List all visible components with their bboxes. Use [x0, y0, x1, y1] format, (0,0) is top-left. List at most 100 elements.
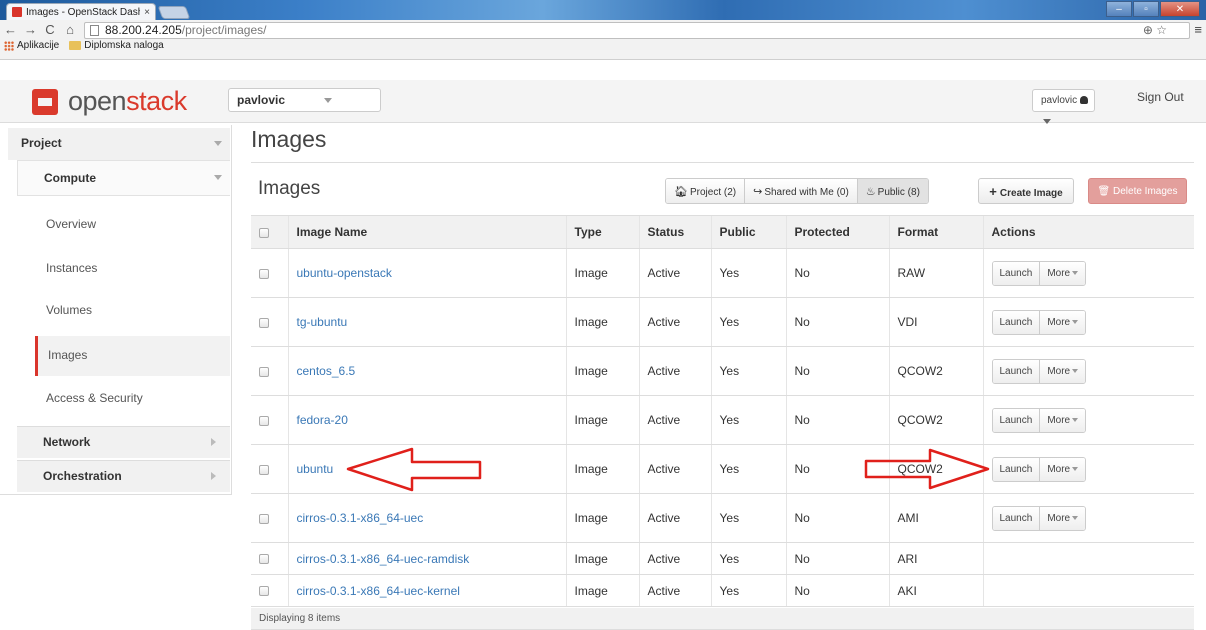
url-path: /project/images/ [181, 23, 267, 37]
sign-out-link[interactable]: Sign Out [1137, 90, 1184, 104]
more-button[interactable]: More [1039, 359, 1086, 383]
home-icon[interactable]: ⌂ [64, 22, 76, 37]
cell-name[interactable]: fedora-20 [287, 395, 566, 445]
browser-tab[interactable]: Images - OpenStack Dash × [6, 3, 156, 20]
sidebar-item-overview[interactable]: Overview [35, 205, 230, 245]
sidebar-item-volumes[interactable]: Volumes [35, 291, 230, 331]
cell-status: Active [638, 493, 711, 543]
col-header-type[interactable]: Type [565, 215, 639, 249]
sidebar-item-images[interactable]: Images [35, 336, 230, 376]
col-header-protected[interactable]: Protected [785, 215, 889, 249]
row-checkbox[interactable] [259, 268, 269, 279]
browser-menu-icon[interactable]: ≡ [1194, 22, 1202, 37]
launch-button[interactable]: Launch [992, 457, 1040, 481]
more-button[interactable]: More [1039, 261, 1086, 285]
row-checkbox[interactable] [259, 317, 269, 328]
more-button[interactable]: More [1039, 408, 1086, 432]
new-tab-button[interactable] [157, 6, 191, 19]
address-bar[interactable]: 88.200.24.205/project/images/ ⊕ ☆ [84, 22, 1190, 39]
cell-protected: No [785, 395, 889, 445]
chevron-down-icon [214, 141, 222, 146]
close-window-icon[interactable]: ✕ [1160, 1, 1200, 17]
page-icon [90, 25, 99, 36]
bookmark-apps[interactable]: Aplikacije [4, 40, 59, 51]
minimize-icon[interactable]: – [1106, 1, 1132, 17]
share-icon: ↪ [753, 185, 763, 198]
sidebar-compute-header[interactable]: Compute [17, 160, 230, 196]
cell-format: QCOW2 [888, 346, 983, 396]
tab-close-icon[interactable]: × [144, 7, 150, 18]
reload-icon[interactable]: C [44, 22, 56, 37]
sidebar-network-header[interactable]: Network [17, 426, 230, 458]
sidebar-item-access-security[interactable]: Access & Security [35, 379, 230, 419]
create-image-button[interactable]: + Create Image [978, 178, 1074, 204]
col-header-status[interactable]: Status [638, 215, 711, 249]
row-checkbox[interactable] [259, 464, 269, 475]
more-button[interactable]: More [1039, 457, 1086, 481]
more-button[interactable]: More [1039, 506, 1086, 530]
cell-protected: No [785, 444, 889, 494]
col-header-name[interactable]: Image Name [287, 215, 566, 249]
fire-icon: ♨ [865, 185, 876, 198]
launch-button[interactable]: Launch [992, 408, 1040, 432]
sidebar-orchestration-header[interactable]: Orchestration [17, 460, 230, 492]
row-checkbox[interactable] [259, 513, 269, 524]
chevron-down-icon [1072, 368, 1079, 373]
cell-name[interactable]: ubuntu [287, 444, 566, 494]
sidebar-project-header[interactable]: Project [8, 128, 230, 160]
cell-protected: No [785, 574, 889, 607]
cell-actions [982, 542, 1194, 575]
cell-format: QCOW2 [888, 444, 983, 494]
launch-button[interactable]: Launch [992, 506, 1040, 530]
row-checkbox[interactable] [259, 415, 269, 426]
page-title: Images [251, 126, 327, 152]
cell-public: Yes [710, 542, 786, 575]
maximize-icon[interactable]: ▫ [1133, 1, 1159, 17]
project-selector[interactable]: pavlovic [228, 88, 381, 112]
cell-type: Image [565, 444, 639, 494]
cell-actions: Launch More [982, 297, 1194, 347]
openstack-topbar: openstack pavlovic pavlovic Sign Out [0, 80, 1206, 124]
cell-format: VDI [888, 297, 983, 347]
filter-shared-button[interactable]: ↪ Shared with Me (0) [745, 179, 858, 203]
bookmark-diplomska[interactable]: Diplomska naloga [69, 40, 164, 51]
launch-button[interactable]: Launch [992, 359, 1040, 383]
title-divider [251, 162, 1194, 163]
cell-name[interactable]: ubuntu-openstack [287, 248, 566, 298]
more-button[interactable]: More [1039, 310, 1086, 334]
col-header-format[interactable]: Format [888, 215, 983, 249]
cell-type: Image [565, 542, 639, 575]
cell-name[interactable]: tg-ubuntu [287, 297, 566, 347]
row-checkbox[interactable] [259, 586, 269, 597]
cell-type: Image [565, 493, 639, 543]
image-filter-group: 🏠︎ Project (2) ↪ Shared with Me (0) ♨ Publi… [665, 178, 929, 204]
table-row: cirros-0.3.1-x86_64-uec-kernel Image Activ… [251, 574, 1194, 607]
forward-icon[interactable]: → [24, 22, 37, 37]
back-icon[interactable]: ← [4, 22, 17, 37]
cell-status: Active [638, 542, 711, 575]
chevron-down-icon [1072, 417, 1079, 422]
row-checkbox[interactable] [259, 554, 269, 565]
row-select-cell [251, 395, 288, 445]
cell-type: Image [565, 346, 639, 396]
cell-actions: Launch More [982, 493, 1194, 543]
row-checkbox[interactable] [259, 366, 269, 377]
row-select-cell [251, 493, 288, 543]
cell-name[interactable]: centos_6.5 [287, 346, 566, 396]
col-header-public[interactable]: Public [710, 215, 786, 249]
select-all-cell [251, 215, 288, 249]
delete-images-button[interactable]: 🗑︎ Delete Images [1088, 178, 1187, 204]
cell-name[interactable]: cirros-0.3.1-x86_64-uec [287, 493, 566, 543]
launch-button[interactable]: Launch [992, 310, 1040, 334]
openstack-logo[interactable]: openstack [32, 86, 187, 117]
filter-public-button[interactable]: ♨ Public (8) [857, 179, 928, 203]
url-host: 88.200.24.205 [105, 23, 182, 37]
cell-name[interactable]: cirros-0.3.1-x86_64-uec-ramdisk [287, 542, 566, 575]
zoom-star-icons[interactable]: ⊕ ☆ [1143, 23, 1167, 38]
filter-project-button[interactable]: 🏠︎ Project (2) [666, 179, 746, 203]
user-menu-button[interactable]: pavlovic [1032, 89, 1095, 124]
launch-button[interactable]: Launch [992, 261, 1040, 285]
select-all-checkbox[interactable] [259, 227, 269, 238]
cell-name[interactable]: cirros-0.3.1-x86_64-uec-kernel [287, 574, 566, 607]
sidebar-item-instances[interactable]: Instances [35, 249, 230, 289]
